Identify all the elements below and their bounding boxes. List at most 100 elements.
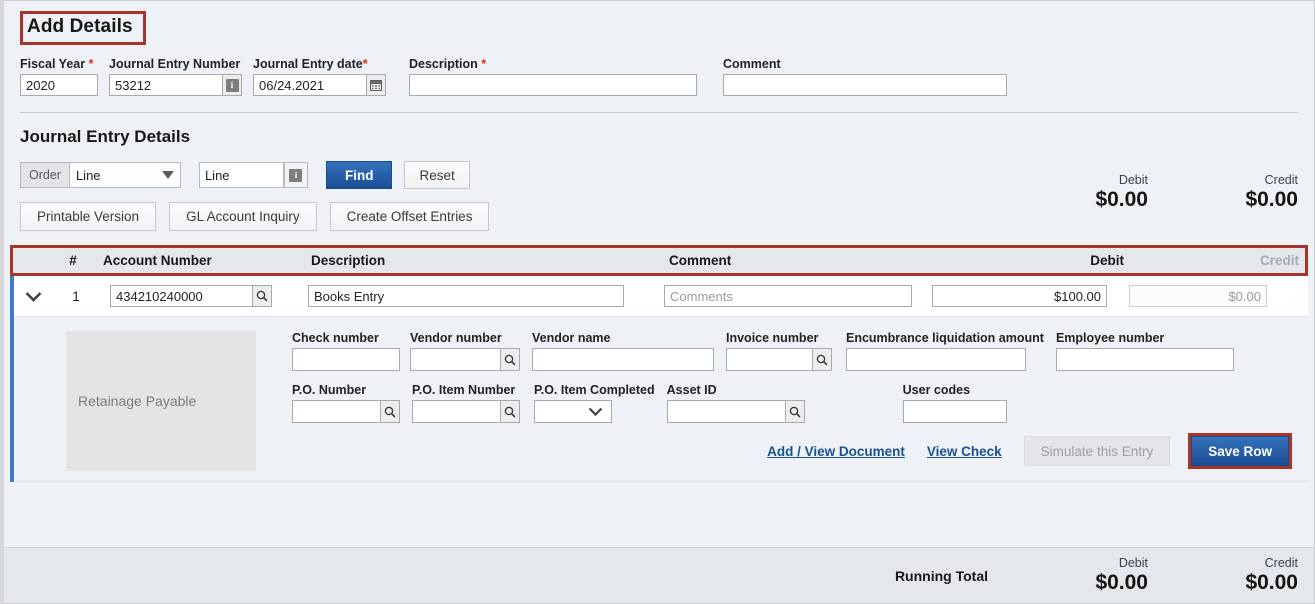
field-vendor-number: Vendor number xyxy=(410,331,520,371)
column-header-credit: Credit xyxy=(1259,253,1299,268)
field-description: Description * xyxy=(409,57,697,96)
expanded-inner: Retainage Payable Check number Vendor nu… xyxy=(14,331,1308,471)
row-debit-input[interactable] xyxy=(932,285,1107,307)
filter-input[interactable] xyxy=(198,162,284,188)
po-number-input[interactable] xyxy=(292,400,380,423)
reset-button[interactable]: Reset xyxy=(404,161,470,189)
row-actions: Add / View Document View Check Simulate … xyxy=(292,429,1308,471)
vendor-name-label: Vendor name xyxy=(532,331,611,345)
calendar-picker-button[interactable] xyxy=(366,74,386,96)
field-journal-entry-date: Journal Entry date* xyxy=(253,57,386,96)
asset-id-group xyxy=(666,400,805,423)
search-icon xyxy=(789,406,801,418)
search-icon xyxy=(504,354,516,366)
gl-account-inquiry-button[interactable]: GL Account Inquiry xyxy=(169,202,317,231)
vendor-name-input[interactable] xyxy=(532,348,714,371)
filter-group: i xyxy=(198,162,308,188)
field-encumbrance-liquidation-amount: Encumbrance liquidation amount xyxy=(846,331,1044,371)
row-line-number: 1 xyxy=(72,288,80,304)
create-offset-entries-button[interactable]: Create Offset Entries xyxy=(329,202,490,231)
row-credit-input[interactable] xyxy=(1129,285,1267,307)
field-asset-id: Asset ID xyxy=(666,383,805,423)
invoice-number-input[interactable] xyxy=(726,348,812,371)
row-comment-input[interactable] xyxy=(664,285,912,307)
add-view-document-link[interactable]: Add / View Document xyxy=(767,444,905,459)
journal-entry-date-label: Journal Entry date* xyxy=(253,57,368,71)
journal-entry-date-input[interactable] xyxy=(253,74,366,96)
order-select-value: Line xyxy=(75,167,101,183)
field-journal-entry-number: Journal Entry Number i xyxy=(109,57,242,96)
simulate-entry-button[interactable]: Simulate this Entry xyxy=(1023,436,1171,466)
total-debit-label: Debit xyxy=(1118,173,1148,187)
field-invoice-number: Invoice number xyxy=(726,331,832,371)
order-group: Order Line xyxy=(20,162,181,188)
comment-input[interactable] xyxy=(723,74,1007,96)
employee-number-input[interactable] xyxy=(1055,348,1234,371)
po-item-number-label: P.O. Item Number xyxy=(412,383,516,397)
search-icon xyxy=(504,406,516,418)
vendor-number-lookup-button[interactable] xyxy=(500,348,520,371)
expanded-field-row-1: Check number Vendor number Vendor name I… xyxy=(292,331,1308,371)
printable-version-button[interactable]: Printable Version xyxy=(20,202,157,231)
vendor-number-label: Vendor number xyxy=(410,331,502,345)
required-asterisk: * xyxy=(481,57,487,71)
total-debit-value: $0.00 xyxy=(1095,188,1148,211)
chevron-down-icon xyxy=(161,171,174,179)
info-icon: i xyxy=(289,168,303,182)
journal-entry-number-info-button[interactable]: i xyxy=(222,74,242,96)
row-main: 1 xyxy=(14,276,1308,317)
add-details-page: Add Details Fiscal Year * Journal Entry … xyxy=(0,0,1315,604)
row-expand-toggle[interactable] xyxy=(14,291,52,302)
check-number-label: Check number xyxy=(292,331,379,345)
comment-label: Comment xyxy=(723,57,781,71)
search-icon xyxy=(816,354,828,366)
required-asterisk: * xyxy=(362,57,368,71)
field-check-number: Check number xyxy=(292,331,400,371)
field-employee-number: Employee number xyxy=(1055,331,1234,371)
expanded-fields: Check number Vendor number Vendor name I… xyxy=(292,331,1308,471)
po-number-group xyxy=(292,400,400,423)
page-title: Add Details xyxy=(20,11,146,45)
description-input[interactable] xyxy=(409,74,697,96)
field-fiscal-year: Fiscal Year * xyxy=(20,57,98,96)
invoice-number-lookup-button[interactable] xyxy=(812,348,832,371)
info-icon: i xyxy=(225,78,239,92)
check-number-input[interactable] xyxy=(292,348,400,371)
journal-entry-table: # Account Number Description Comment Deb… xyxy=(4,245,1314,482)
encumbrance-liquidation-amount-label: Encumbrance liquidation amount xyxy=(846,331,1044,345)
journal-entry-details-section: Journal Entry Details Order Line i Find … xyxy=(4,113,1314,231)
encumbrance-liquidation-amount-input[interactable] xyxy=(846,348,1026,371)
account-number-lookup-button[interactable] xyxy=(252,285,272,307)
po-number-lookup-button[interactable] xyxy=(380,400,400,423)
field-po-item-number: P.O. Item Number xyxy=(412,383,520,423)
column-header-account-number: Account Number xyxy=(103,253,212,268)
field-po-item-completed: P.O. Item Completed xyxy=(534,383,655,423)
view-check-link[interactable]: View Check xyxy=(927,444,1002,459)
asset-id-label: Asset ID xyxy=(666,383,717,397)
section-totals: Debit $0.00 Credit $0.00 xyxy=(998,173,1298,212)
asset-id-lookup-button[interactable] xyxy=(784,400,805,423)
column-header-comment: Comment xyxy=(669,253,732,268)
journal-entry-number-input[interactable] xyxy=(109,74,222,96)
vendor-number-input[interactable] xyxy=(410,348,500,371)
user-codes-input[interactable] xyxy=(902,400,1007,423)
search-icon xyxy=(256,290,268,302)
po-item-completed-select[interactable] xyxy=(534,400,612,423)
po-item-number-input[interactable] xyxy=(412,400,500,423)
filter-info-button[interactable]: i xyxy=(283,162,308,188)
order-select[interactable]: Line xyxy=(68,162,181,188)
total-debit: Debit $0.00 xyxy=(998,173,1148,212)
asset-id-input[interactable] xyxy=(666,400,785,423)
row-description-input[interactable] xyxy=(308,285,624,307)
fiscal-year-input[interactable] xyxy=(20,74,98,96)
total-credit: Credit $0.00 xyxy=(1148,173,1298,212)
po-item-number-lookup-button[interactable] xyxy=(500,400,520,423)
field-comment: Comment xyxy=(723,57,1007,96)
find-button[interactable]: Find xyxy=(325,161,393,189)
section-title: Journal Entry Details xyxy=(20,127,191,146)
column-header-description: Description xyxy=(311,253,386,268)
row-account-number-input[interactable] xyxy=(110,285,252,307)
save-row-button[interactable]: Save Row xyxy=(1191,436,1289,466)
table-row: 1 434210240000 Books Entry Comments $100… xyxy=(10,276,1308,482)
vendor-number-group xyxy=(410,348,520,371)
